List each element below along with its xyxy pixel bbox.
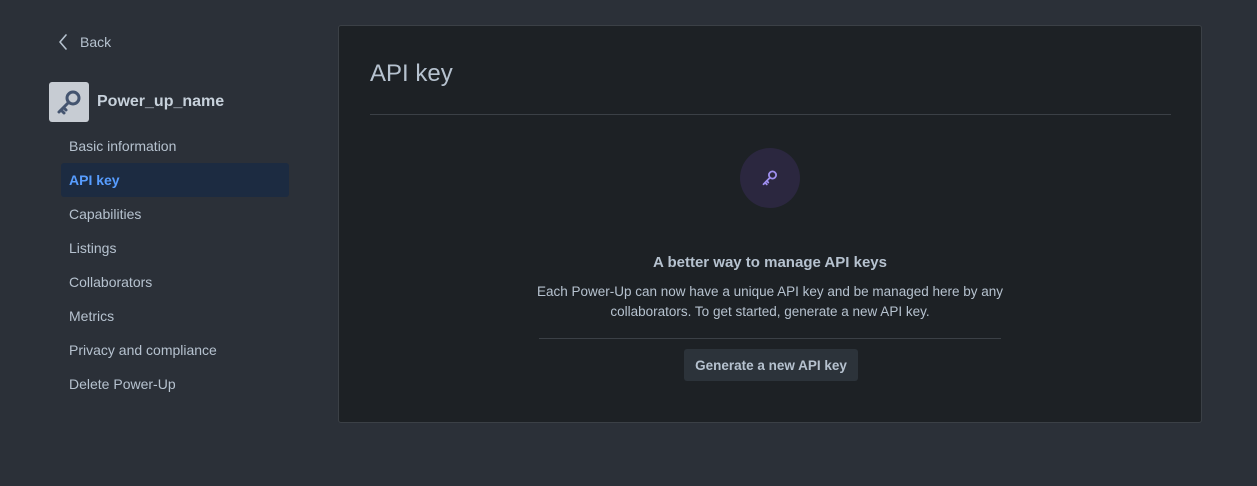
power-up-admin-page: Back Power_up_name Basic information API…	[0, 0, 1257, 486]
chevron-left-icon	[58, 34, 68, 50]
sidebar-item-capabilities[interactable]: Capabilities	[61, 197, 289, 231]
title-divider	[370, 114, 1171, 115]
sidebar-nav: Basic information API key Capabilities L…	[61, 129, 289, 401]
generate-api-key-button[interactable]: Generate a new API key	[684, 349, 858, 381]
sidebar: Back Power_up_name Basic information API…	[0, 0, 300, 486]
empty-state-heading: A better way to manage API keys	[653, 254, 887, 271]
sidebar-item-basic-information[interactable]: Basic information	[61, 129, 289, 163]
back-link[interactable]: Back	[58, 30, 111, 54]
sidebar-item-api-key[interactable]: API key	[61, 163, 289, 197]
sidebar-item-metrics[interactable]: Metrics	[61, 299, 289, 333]
sidebar-item-collaborators[interactable]: Collaborators	[61, 265, 289, 299]
key-icon	[49, 82, 89, 122]
sidebar-item-listings[interactable]: Listings	[61, 231, 289, 265]
app-header: Power_up_name	[49, 82, 224, 122]
sidebar-item-privacy-and-compliance[interactable]: Privacy and compliance	[61, 333, 289, 367]
sidebar-item-delete-power-up[interactable]: Delete Power-Up	[61, 367, 289, 401]
page-title: API key	[370, 60, 453, 87]
empty-state-divider	[539, 338, 1001, 339]
api-key-panel: API key A better way to manage API keys …	[338, 25, 1202, 423]
back-label: Back	[80, 34, 112, 50]
empty-state-description: Each Power-Up can now have a unique API …	[536, 284, 1004, 319]
key-icon	[740, 148, 800, 208]
app-name: Power_up_name	[97, 93, 225, 110]
